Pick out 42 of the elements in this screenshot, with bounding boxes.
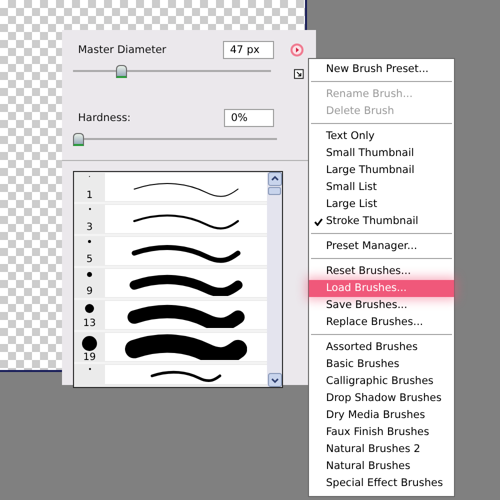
menu-item[interactable]: Basic Brushes [309, 356, 454, 373]
scroll-down-icon[interactable] [268, 373, 282, 387]
slider-thumb[interactable] [73, 132, 84, 146]
menu-item[interactable]: Save Brushes... [309, 297, 454, 314]
menu-item[interactable]: Stroke Thumbnail [309, 213, 454, 230]
hardness-label: Hardness: [77, 112, 132, 124]
menu-item[interactable]: Natural Brushes [309, 458, 454, 475]
brush-size: 13 [83, 318, 96, 329]
hardness-field[interactable]: 0% [224, 109, 274, 127]
menu-item[interactable]: Special Effect Brushes [309, 475, 454, 492]
menu-item[interactable]: Dry Media Brushes [309, 407, 454, 424]
scroll-up-icon[interactable] [268, 172, 282, 186]
brush-tip-icon [82, 336, 97, 351]
panel-menu-icon[interactable] [290, 43, 304, 57]
brush-size: 9 [86, 286, 93, 297]
brush-tip-icon [88, 240, 91, 243]
menu-item[interactable]: New Brush Preset... [309, 61, 454, 78]
menu-item[interactable]: Large Thumbnail [309, 162, 454, 179]
scroll-thumb[interactable] [268, 187, 281, 195]
brush-tip-icon [85, 304, 94, 313]
menu-item[interactable]: Assorted Brushes [309, 339, 454, 356]
menu-item[interactable]: Small List [309, 179, 454, 196]
menu-item[interactable]: Faux Finish Brushes [309, 424, 454, 441]
brush-size: 3 [86, 222, 93, 233]
menu-item[interactable]: Reset Brushes... [309, 263, 454, 280]
menu-item[interactable]: Replace Brushes... [309, 314, 454, 331]
brush-tip-icon [87, 272, 92, 277]
scrollbar[interactable] [267, 172, 282, 387]
menu-item[interactable]: Large List [309, 196, 454, 213]
menu-item[interactable]: Small Thumbnail [309, 145, 454, 162]
slider-thumb[interactable] [116, 64, 128, 78]
menu-item[interactable]: Calligraphic Brushes [309, 373, 454, 390]
menu-item[interactable]: Preset Manager... [309, 238, 454, 255]
resize-icon[interactable] [294, 69, 304, 79]
menu-item[interactable]: Text Only [309, 128, 454, 145]
master-diameter-label: Master Diameter [77, 44, 168, 56]
menu-item[interactable]: Natural Brushes 2 [309, 441, 454, 458]
brush-size: 1 [86, 190, 93, 201]
brush-size: 5 [86, 254, 93, 265]
brush-size: 19 [83, 352, 96, 362]
diameter-field[interactable]: 47 px [223, 41, 274, 59]
menu-item[interactable]: Drop Shadow Brushes [309, 390, 454, 407]
